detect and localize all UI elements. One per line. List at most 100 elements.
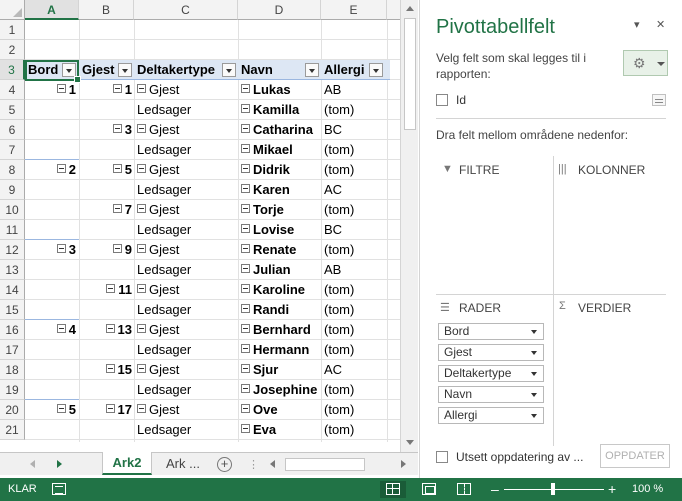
scroll-down-button[interactable] bbox=[403, 436, 417, 450]
row-header[interactable]: 6 bbox=[0, 120, 25, 140]
row-header[interactable]: 5 bbox=[0, 100, 25, 120]
tab-splitter-icon[interactable]: ⋮ bbox=[248, 458, 259, 471]
pivot-allergi-cell[interactable]: (tom) bbox=[324, 100, 386, 120]
pivot-navn-cell[interactable]: Karen bbox=[241, 180, 321, 200]
collapse-icon[interactable] bbox=[137, 364, 146, 373]
pivot-type-cell[interactable]: Gjest bbox=[137, 80, 237, 100]
pivot-type-cell[interactable]: Ledsager bbox=[137, 180, 237, 200]
collapse-icon[interactable] bbox=[137, 404, 146, 413]
pivot-navn-cell[interactable]: Sjur bbox=[241, 360, 321, 380]
row-header[interactable]: 21 bbox=[0, 420, 25, 440]
collapse-icon[interactable] bbox=[105, 364, 115, 373]
pivot-navn-cell[interactable]: Eva bbox=[241, 420, 321, 440]
pivot-type-cell[interactable]: Gjest bbox=[137, 160, 237, 180]
row-header[interactable]: 8 bbox=[0, 160, 25, 180]
spreadsheet-grid[interactable]: A B C D E 1 2 3 4 5 6 7 8 9 10 11 12 13 14 15 16 17 18 19 2… bbox=[0, 0, 400, 442]
row-header[interactable]: 7 bbox=[0, 140, 25, 160]
pivot-type-cell[interactable]: Gjest bbox=[137, 400, 237, 420]
collapse-icon[interactable] bbox=[137, 204, 146, 213]
vertical-scroll-thumb[interactable] bbox=[404, 18, 416, 130]
collapse-icon[interactable] bbox=[241, 184, 250, 193]
pivot-navn-cell[interactable]: Kamilla bbox=[241, 100, 321, 120]
collapse-icon[interactable] bbox=[241, 284, 250, 293]
vertical-scrollbar[interactable] bbox=[400, 0, 418, 452]
pivot-allergi-cell[interactable]: AB bbox=[324, 80, 386, 100]
zoom-out-button[interactable]: – bbox=[491, 481, 499, 497]
pivot-navn-cell[interactable]: Randi bbox=[241, 300, 321, 320]
collapse-icon[interactable] bbox=[241, 204, 250, 213]
close-icon[interactable]: ✕ bbox=[656, 18, 665, 31]
pivot-gjest-cell[interactable]: 17 bbox=[80, 400, 132, 420]
horizontal-scroll-thumb[interactable] bbox=[285, 458, 365, 471]
pivot-navn-cell[interactable]: Karoline bbox=[241, 280, 321, 300]
collapse-icon[interactable] bbox=[241, 264, 250, 273]
row-header[interactable]: 16 bbox=[0, 320, 25, 340]
macro-recording-icon[interactable] bbox=[52, 483, 66, 495]
filters-area[interactable]: ▼ FILTRE bbox=[436, 160, 551, 290]
pivot-type-cell[interactable]: Ledsager bbox=[137, 340, 237, 360]
pivot-type-cell[interactable]: Ledsager bbox=[137, 380, 237, 400]
collapse-icon[interactable] bbox=[137, 164, 146, 173]
normal-view-button[interactable] bbox=[380, 481, 406, 498]
collapse-icon[interactable] bbox=[137, 244, 146, 253]
collapse-icon[interactable] bbox=[241, 224, 250, 233]
row-header[interactable]: 10 bbox=[0, 200, 25, 220]
row-header[interactable]: 12 bbox=[0, 240, 25, 260]
pivot-allergi-cell[interactable]: (tom) bbox=[324, 380, 386, 400]
pivot-bord-cell[interactable]: 2 bbox=[25, 160, 76, 180]
collapse-icon[interactable] bbox=[137, 284, 146, 293]
page-break-view-button[interactable] bbox=[451, 481, 477, 498]
pivot-allergi-cell[interactable]: (tom) bbox=[324, 340, 386, 360]
pivot-allergi-cell[interactable]: (tom) bbox=[324, 140, 386, 160]
pivot-allergi-cell[interactable]: (tom) bbox=[324, 400, 386, 420]
pivot-type-cell[interactable]: Gjest bbox=[137, 120, 237, 140]
scroll-left-icon[interactable] bbox=[270, 460, 275, 468]
collapse-icon[interactable] bbox=[56, 244, 66, 253]
row-field-navn[interactable]: Navn bbox=[438, 386, 544, 403]
pivot-gjest-cell[interactable]: 9 bbox=[80, 240, 132, 260]
collapse-icon[interactable] bbox=[112, 84, 122, 93]
pivot-allergi-cell[interactable]: (tom) bbox=[324, 320, 386, 340]
defer-update-checkbox[interactable] bbox=[436, 451, 448, 463]
collapse-icon[interactable] bbox=[241, 164, 250, 173]
collapse-icon[interactable] bbox=[56, 404, 66, 413]
cell-area[interactable]: Bord Gjest Deltakertype Navn Allergi 11G… bbox=[25, 20, 400, 442]
pivot-allergi-cell[interactable]: AB bbox=[324, 260, 386, 280]
pivot-navn-cell[interactable]: Lovise bbox=[241, 220, 321, 240]
collapse-icon[interactable] bbox=[241, 364, 250, 373]
pivot-allergi-cell[interactable]: AC bbox=[324, 360, 386, 380]
column-header-d[interactable]: D bbox=[238, 0, 321, 20]
tab-scroll-left-icon[interactable] bbox=[30, 460, 35, 468]
pivot-type-cell[interactable]: Gjest bbox=[137, 280, 237, 300]
pane-options-chevron-icon[interactable]: ▾ bbox=[634, 18, 640, 31]
columns-area[interactable]: ||| KOLONNER bbox=[556, 160, 668, 290]
pivot-gjest-cell[interactable]: 5 bbox=[80, 160, 132, 180]
row-header[interactable]: 9 bbox=[0, 180, 25, 200]
field-layout-menu-icon[interactable] bbox=[652, 94, 666, 106]
pivot-type-cell[interactable]: Gjest bbox=[137, 200, 237, 220]
field-item-id[interactable]: Id bbox=[436, 92, 666, 110]
collapse-icon[interactable] bbox=[106, 284, 116, 293]
collapse-icon[interactable] bbox=[105, 324, 115, 333]
pivot-navn-cell[interactable]: Ove bbox=[241, 400, 321, 420]
collapse-icon[interactable] bbox=[105, 404, 115, 413]
filter-dropdown-navn[interactable] bbox=[305, 63, 319, 77]
pivot-type-cell[interactable]: Ledsager bbox=[137, 100, 237, 120]
collapse-icon[interactable] bbox=[241, 104, 250, 113]
collapse-icon[interactable] bbox=[241, 244, 250, 253]
pivot-bord-cell[interactable]: 3 bbox=[25, 240, 76, 260]
pivot-gjest-cell[interactable]: 3 bbox=[80, 120, 132, 140]
update-button[interactable]: OPPDATER bbox=[600, 444, 670, 468]
pivot-gjest-cell[interactable]: 15 bbox=[80, 360, 132, 380]
collapse-icon[interactable] bbox=[112, 124, 122, 133]
collapse-icon[interactable] bbox=[56, 84, 66, 93]
pivot-type-cell[interactable]: Ledsager bbox=[137, 260, 237, 280]
pivot-type-cell[interactable]: Gjest bbox=[137, 240, 237, 260]
pivot-navn-cell[interactable]: Bernhard bbox=[241, 320, 321, 340]
pivot-type-cell[interactable]: Ledsager bbox=[137, 220, 237, 240]
pivot-bord-cell[interactable]: 5 bbox=[25, 400, 76, 420]
zoom-in-button[interactable]: + bbox=[608, 481, 616, 497]
row-field-deltakertype[interactable]: Deltakertype bbox=[438, 365, 544, 382]
pivot-type-cell[interactable]: Gjest bbox=[137, 320, 237, 340]
row-field-bord[interactable]: Bord bbox=[438, 323, 544, 340]
